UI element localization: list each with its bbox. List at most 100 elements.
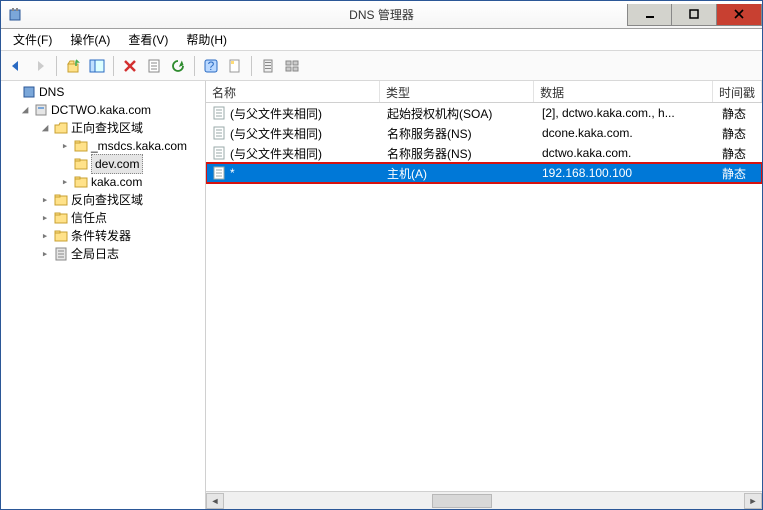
cell-type: 名称服务器(NS) — [381, 145, 536, 162]
twisty-icon[interactable]: ◢ — [19, 101, 31, 119]
close-button[interactable] — [717, 4, 762, 26]
record-row[interactable]: (与父文件夹相同) 起始授权机构(SOA)[2], dctwo.kaka.com.… — [206, 103, 762, 123]
zone-icon — [73, 174, 89, 190]
tree-label: 信任点 — [71, 209, 107, 227]
minimize-button[interactable] — [627, 4, 672, 26]
tree-label: DNS — [39, 83, 64, 101]
tree-root-dns[interactable]: ▸ DNS — [1, 83, 205, 101]
tree-label: 全局日志 — [71, 245, 119, 263]
scroll-thumb[interactable] — [432, 494, 492, 508]
cell-timestamp: 静态 — [716, 125, 762, 142]
help-button[interactable]: ? — [200, 55, 222, 77]
folder-icon — [53, 192, 69, 208]
zone-icon — [73, 156, 89, 172]
cell-data: 192.168.100.100 — [536, 166, 716, 180]
tree-forward-zones[interactable]: ◢ 正向查找区域 — [1, 119, 205, 137]
toolbar-separator — [56, 56, 57, 76]
up-button[interactable] — [62, 55, 84, 77]
record-row[interactable]: (与父文件夹相同)名称服务器(NS)dctwo.kaka.com.静态 — [206, 143, 762, 163]
record-icon — [212, 106, 226, 120]
tree-zone-msdcs[interactable]: ▸ _msdcs.kaka.com — [1, 137, 205, 155]
cell-timestamp: 静态 — [716, 105, 762, 122]
record-row[interactable]: (与父文件夹相同)名称服务器(NS)dcone.kaka.com.静态 — [206, 123, 762, 143]
forward-button — [29, 55, 51, 77]
cell-timestamp: 静态 — [716, 145, 762, 162]
column-timestamp[interactable]: 时间戳 — [713, 81, 762, 102]
tree-label: _msdcs.kaka.com — [91, 137, 187, 155]
twisty-icon[interactable]: ▸ — [59, 173, 71, 191]
app-icon — [7, 7, 23, 23]
scroll-right-button[interactable]: ► — [744, 493, 762, 509]
list-view-button[interactable] — [281, 55, 303, 77]
menu-view[interactable]: 查看(V) — [120, 29, 176, 50]
tree-label: 正向查找区域 — [71, 119, 143, 137]
maximize-button[interactable] — [672, 4, 717, 26]
record-icon — [212, 166, 226, 180]
cell-type: 起始授权机构(SOA) — [381, 105, 536, 122]
window-controls — [627, 4, 762, 26]
tree-server[interactable]: ◢ DCTWO.kaka.com — [1, 101, 205, 119]
twisty-icon[interactable]: ▸ — [39, 191, 51, 209]
tree-reverse-zones[interactable]: ▸ 反向查找区域 — [1, 191, 205, 209]
tree-label: 条件转发器 — [71, 227, 131, 245]
toolbar-separator — [194, 56, 195, 76]
tree-global-logs[interactable]: ▸ 全局日志 — [1, 245, 205, 263]
cell-timestamp: 静态 — [716, 165, 762, 182]
toolbar-separator — [113, 56, 114, 76]
folder-icon — [53, 210, 69, 226]
back-button[interactable] — [5, 55, 27, 77]
cell-name: * — [230, 166, 235, 180]
horizontal-scrollbar[interactable]: ◄ ► — [206, 491, 762, 509]
folder-open-icon — [53, 120, 69, 136]
refresh-button[interactable] — [167, 55, 189, 77]
content-area: ▸ DNS ◢ DCTWO.kaka.com ◢ 正向查找区域 ▸ _msdcs… — [1, 81, 762, 509]
menu-file[interactable]: 文件(F) — [5, 29, 60, 50]
list-pane: 名称 类型 数据 时间戳 (与父文件夹相同) 起始授权机构(SOA)[2], dc… — [206, 81, 762, 509]
menubar: 文件(F) 操作(A) 查看(V) 帮助(H) — [1, 29, 762, 51]
record-row[interactable]: *主机(A)192.168.100.100静态 — [206, 163, 762, 183]
list-header: 名称 类型 数据 时间戳 — [206, 81, 762, 103]
column-name[interactable]: 名称 — [206, 81, 380, 102]
tree-label: kaka.com — [91, 173, 142, 191]
show-hide-tree-button[interactable] — [86, 55, 108, 77]
properties-button[interactable] — [143, 55, 165, 77]
record-icon — [212, 126, 226, 140]
scroll-left-button[interactable]: ◄ — [206, 493, 224, 509]
tree-conditional-forwarders[interactable]: ▸ 条件转发器 — [1, 227, 205, 245]
column-data[interactable]: 数据 — [534, 81, 713, 102]
tree-pane[interactable]: ▸ DNS ◢ DCTWO.kaka.com ◢ 正向查找区域 ▸ _msdcs… — [1, 81, 206, 509]
twisty-icon[interactable]: ▸ — [39, 227, 51, 245]
twisty-icon[interactable]: ◢ — [39, 119, 51, 137]
menu-action[interactable]: 操作(A) — [62, 29, 118, 50]
new-record-button[interactable] — [224, 55, 246, 77]
titlebar: DNS 管理器 — [1, 1, 762, 29]
tree-trust-points[interactable]: ▸ 信任点 — [1, 209, 205, 227]
tree-label: DCTWO.kaka.com — [51, 101, 151, 119]
list-body[interactable]: (与父文件夹相同) 起始授权机构(SOA)[2], dctwo.kaka.com.… — [206, 103, 762, 491]
toolbar-separator — [251, 56, 252, 76]
dns-root-icon — [21, 84, 37, 100]
tree-label: dev.com — [91, 154, 143, 174]
menu-help[interactable]: 帮助(H) — [178, 29, 235, 50]
log-icon — [53, 246, 69, 262]
cell-name: (与父文件夹相同) — [230, 125, 322, 142]
dns-manager-window: DNS 管理器 文件(F) 操作(A) 查看(V) 帮助(H) ? ▸ — [0, 0, 763, 510]
folder-icon — [53, 228, 69, 244]
zone-icon — [73, 138, 89, 154]
cell-data: [2], dctwo.kaka.com., h... — [536, 106, 716, 120]
filter-button[interactable] — [257, 55, 279, 77]
server-icon — [33, 102, 49, 118]
delete-button[interactable] — [119, 55, 141, 77]
tree-zone-dev[interactable]: ▸ dev.com — [1, 155, 205, 173]
twisty-icon[interactable]: ▸ — [39, 245, 51, 263]
twisty-icon[interactable]: ▸ — [59, 137, 71, 155]
column-type[interactable]: 类型 — [380, 81, 534, 102]
toolbar: ? — [1, 51, 762, 81]
twisty-icon[interactable]: ▸ — [39, 209, 51, 227]
cell-name: (与父文件夹相同) — [230, 105, 322, 122]
tree-zone-kaka[interactable]: ▸ kaka.com — [1, 173, 205, 191]
svg-text:?: ? — [208, 59, 215, 73]
cell-data: dctwo.kaka.com. — [536, 146, 716, 160]
scroll-track[interactable] — [224, 493, 744, 509]
record-icon — [212, 146, 226, 160]
